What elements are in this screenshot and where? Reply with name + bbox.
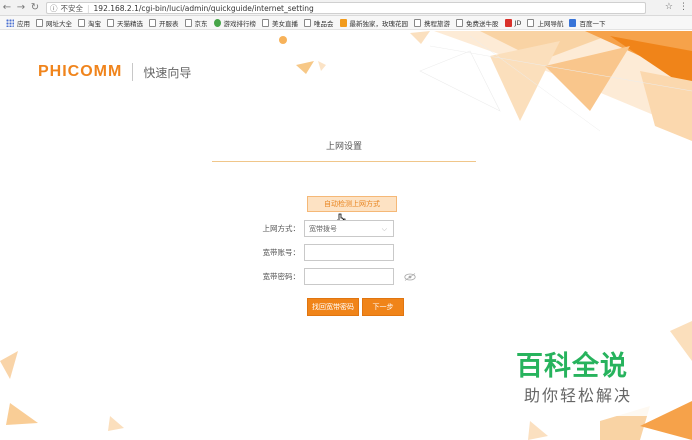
page-subtitle: 快速向导 (143, 65, 192, 80)
title-divider (212, 161, 476, 162)
section-title: 上网设置 (325, 142, 362, 152)
bookmark-item[interactable]: 美女直播 (262, 18, 298, 28)
forward-icon[interactable]: → (14, 1, 28, 15)
url-text[interactable]: 192.168.2.1/cgi-bin/luci/admin/quickguid… (94, 4, 314, 13)
account-label: 宽带账号： (262, 248, 301, 257)
brand-header: PHICOMM 快速向导 (38, 63, 191, 81)
bookmark-item[interactable]: 最新独家，玫瑰花园 (339, 18, 408, 28)
next-step-button[interactable]: 下一步 (362, 298, 404, 316)
page-icon (149, 18, 156, 27)
bookmark-item[interactable]: 百度一下 (569, 18, 605, 28)
password-label: 宽带密码： (262, 272, 301, 281)
game-icon (213, 18, 221, 27)
broadband-account-input[interactable] (304, 244, 394, 261)
page-icon (184, 18, 192, 27)
jd-icon (504, 18, 512, 27)
account-row: 宽带账号： (238, 244, 394, 261)
info-icon[interactable]: ⓘ (50, 3, 58, 14)
page-icon (78, 18, 85, 27)
watermark-subtitle: 助你轻松解决 (524, 386, 633, 405)
router-setup-page: PHICOMM 快速向导 上网设置 自动检测上网方式 上网方式： 宽带拨号 ⌵ … (0, 31, 692, 440)
page-icon (304, 18, 311, 27)
bookmark-item[interactable]: 免费送牛股 (456, 18, 499, 28)
security-label: 不安全 (60, 3, 84, 13)
password-row: 宽带密码： (238, 268, 394, 285)
reload-icon[interactable]: ↻ (28, 1, 42, 15)
mode-label: 上网方式： (262, 224, 301, 233)
apps-icon (6, 18, 14, 27)
connection-mode-select[interactable]: 宽带拨号 ⌵ (304, 220, 394, 237)
bookmark-item[interactable]: 网址大全 (36, 18, 72, 28)
bookmark-item[interactable]: 游戏排行榜 (213, 18, 256, 28)
bookmark-apps[interactable]: 应用 (6, 18, 30, 28)
bookmark-item[interactable]: 携程旅游 (414, 18, 450, 28)
mode-selected-value: 宽带拨号 (309, 224, 337, 233)
menu-icon[interactable]: ⋮ (679, 2, 688, 12)
bookmark-star-icon[interactable]: ☆ (665, 2, 673, 12)
chevron-down-icon: ⌵ (381, 225, 387, 233)
bookmarks-bar: 应用 网址大全 淘宝 天猫精选 开服表 京东 游戏排行榜 美女直播 唯品会 最新… (0, 16, 692, 30)
bookmark-item[interactable]: 上网导航 (527, 18, 563, 28)
page-icon (414, 18, 421, 27)
mode-row: 上网方式： 宽带拨号 ⌵ (238, 220, 394, 237)
eye-icon[interactable] (404, 273, 416, 281)
flower-icon (339, 18, 347, 27)
phicomm-logo: PHICOMM (38, 63, 123, 80)
watermark-title: 百科全说 (516, 351, 628, 382)
auto-detect-button[interactable]: 自动检测上网方式 (307, 196, 397, 212)
bookmark-item[interactable]: 开服表 (149, 18, 179, 28)
bookmark-item[interactable]: 淘宝 (78, 18, 101, 28)
back-icon[interactable]: ← (0, 1, 14, 15)
bookmark-item[interactable]: 天猫精选 (107, 18, 143, 28)
page-icon (262, 18, 269, 27)
baidu-icon (569, 18, 577, 27)
page-icon (456, 18, 463, 27)
action-buttons: 找回宽带密码 下一步 (307, 298, 404, 316)
page-icon (527, 18, 535, 27)
broadband-password-input[interactable] (304, 268, 394, 285)
page-icon (36, 18, 43, 27)
bookmark-item[interactable]: JD (504, 18, 521, 27)
page-icon (107, 18, 114, 27)
logo-divider (132, 63, 134, 81)
browser-toolbar: ← → ↻ ⓘ 不安全 | 192.168.2.1/cgi-bin/luci/a… (0, 0, 692, 16)
bookmark-item[interactable]: 京东 (184, 18, 208, 28)
watermark: 百科全说 助你轻松解决 (496, 336, 656, 416)
bookmark-item[interactable]: 唯品会 (304, 18, 334, 28)
address-bar[interactable]: ⓘ 不安全 | 192.168.2.1/cgi-bin/luci/admin/q… (46, 2, 646, 14)
find-password-button[interactable]: 找回宽带密码 (307, 298, 359, 316)
